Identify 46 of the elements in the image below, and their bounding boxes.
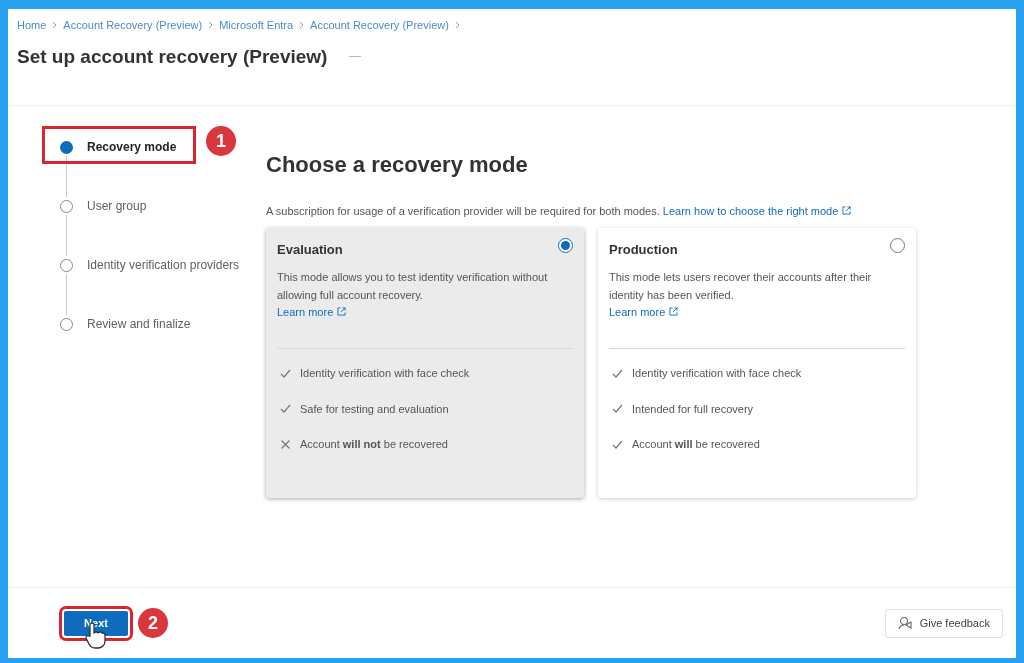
annotation-number: 1 bbox=[206, 126, 236, 156]
breadcrumb-link[interactable]: Home bbox=[17, 17, 47, 34]
annotation-number: 2 bbox=[138, 608, 168, 638]
option-title: Production bbox=[609, 241, 678, 259]
chevron-right-icon bbox=[52, 21, 58, 30]
feature-text: Account will not be recovered bbox=[300, 437, 448, 452]
step-label[interactable]: Identity verification providers bbox=[87, 256, 240, 274]
feature-text: Account will be recovered bbox=[632, 437, 760, 452]
external-link-icon bbox=[337, 307, 347, 317]
learn-more-link[interactable]: Learn more bbox=[609, 303, 666, 320]
feature-text: Identity verification with face check bbox=[300, 366, 470, 381]
option-description: This mode allows you to test identity verification without allowing full account recovery. bbox=[277, 269, 549, 303]
checkmark-icon bbox=[612, 368, 623, 378]
checkmark-icon bbox=[612, 439, 623, 449]
breadcrumb-link[interactable]: Account Recovery (Preview) bbox=[310, 17, 449, 34]
radio-button[interactable] bbox=[890, 238, 905, 253]
feedback-button[interactable]: Give feedback bbox=[884, 608, 1003, 638]
description-text: A subscription for usage of a verification provider will be required for both modes. Learn how to choose the right mode bbox=[266, 203, 916, 220]
external-link-icon bbox=[669, 307, 679, 317]
feature-text: Safe for testing and evaluation bbox=[300, 401, 449, 417]
feedback-icon bbox=[897, 616, 912, 630]
checkmark-icon bbox=[280, 368, 291, 378]
cross-icon bbox=[280, 439, 291, 449]
feature-text: Intended for full recovery bbox=[632, 401, 754, 417]
step-label[interactable]: Review and finalize bbox=[87, 315, 191, 333]
option-title: Evaluation bbox=[277, 241, 343, 259]
learn-link[interactable]: Learn how to choose the right mode bbox=[662, 205, 839, 217]
section-heading: Choose a recovery mode bbox=[266, 151, 529, 179]
checkmark-icon bbox=[280, 404, 291, 414]
learn-more-link[interactable]: Learn more bbox=[277, 303, 334, 320]
chevron-right-icon bbox=[299, 21, 305, 30]
breadcrumb-link[interactable]: Microsoft Entra bbox=[219, 17, 294, 34]
radio-button[interactable] bbox=[558, 238, 573, 253]
feature-text: Identity verification with face check bbox=[632, 366, 802, 381]
step-label[interactable]: Recovery mode bbox=[87, 138, 177, 156]
checkmark-icon bbox=[612, 404, 623, 414]
option-card[interactable]: Production This mode lets users recover their accounts after their identity has been verified. Learn more Identity verification with face check Intended for full recovery Account will be recovered bbox=[598, 228, 916, 498]
breadcrumb-link[interactable]: Account Recovery (Preview) bbox=[63, 17, 203, 34]
chevron-right-icon bbox=[208, 21, 214, 30]
more-icon[interactable] bbox=[349, 55, 362, 59]
external-link-icon bbox=[842, 206, 852, 215]
option-description: This mode lets users recover their accounts after their identity has been verified. bbox=[609, 269, 873, 303]
option-card[interactable] bbox=[266, 228, 584, 498]
chevron-right-icon bbox=[454, 21, 460, 30]
page-title: Set up account recovery (Preview) bbox=[17, 44, 328, 69]
step-label[interactable]: User group bbox=[87, 197, 147, 215]
